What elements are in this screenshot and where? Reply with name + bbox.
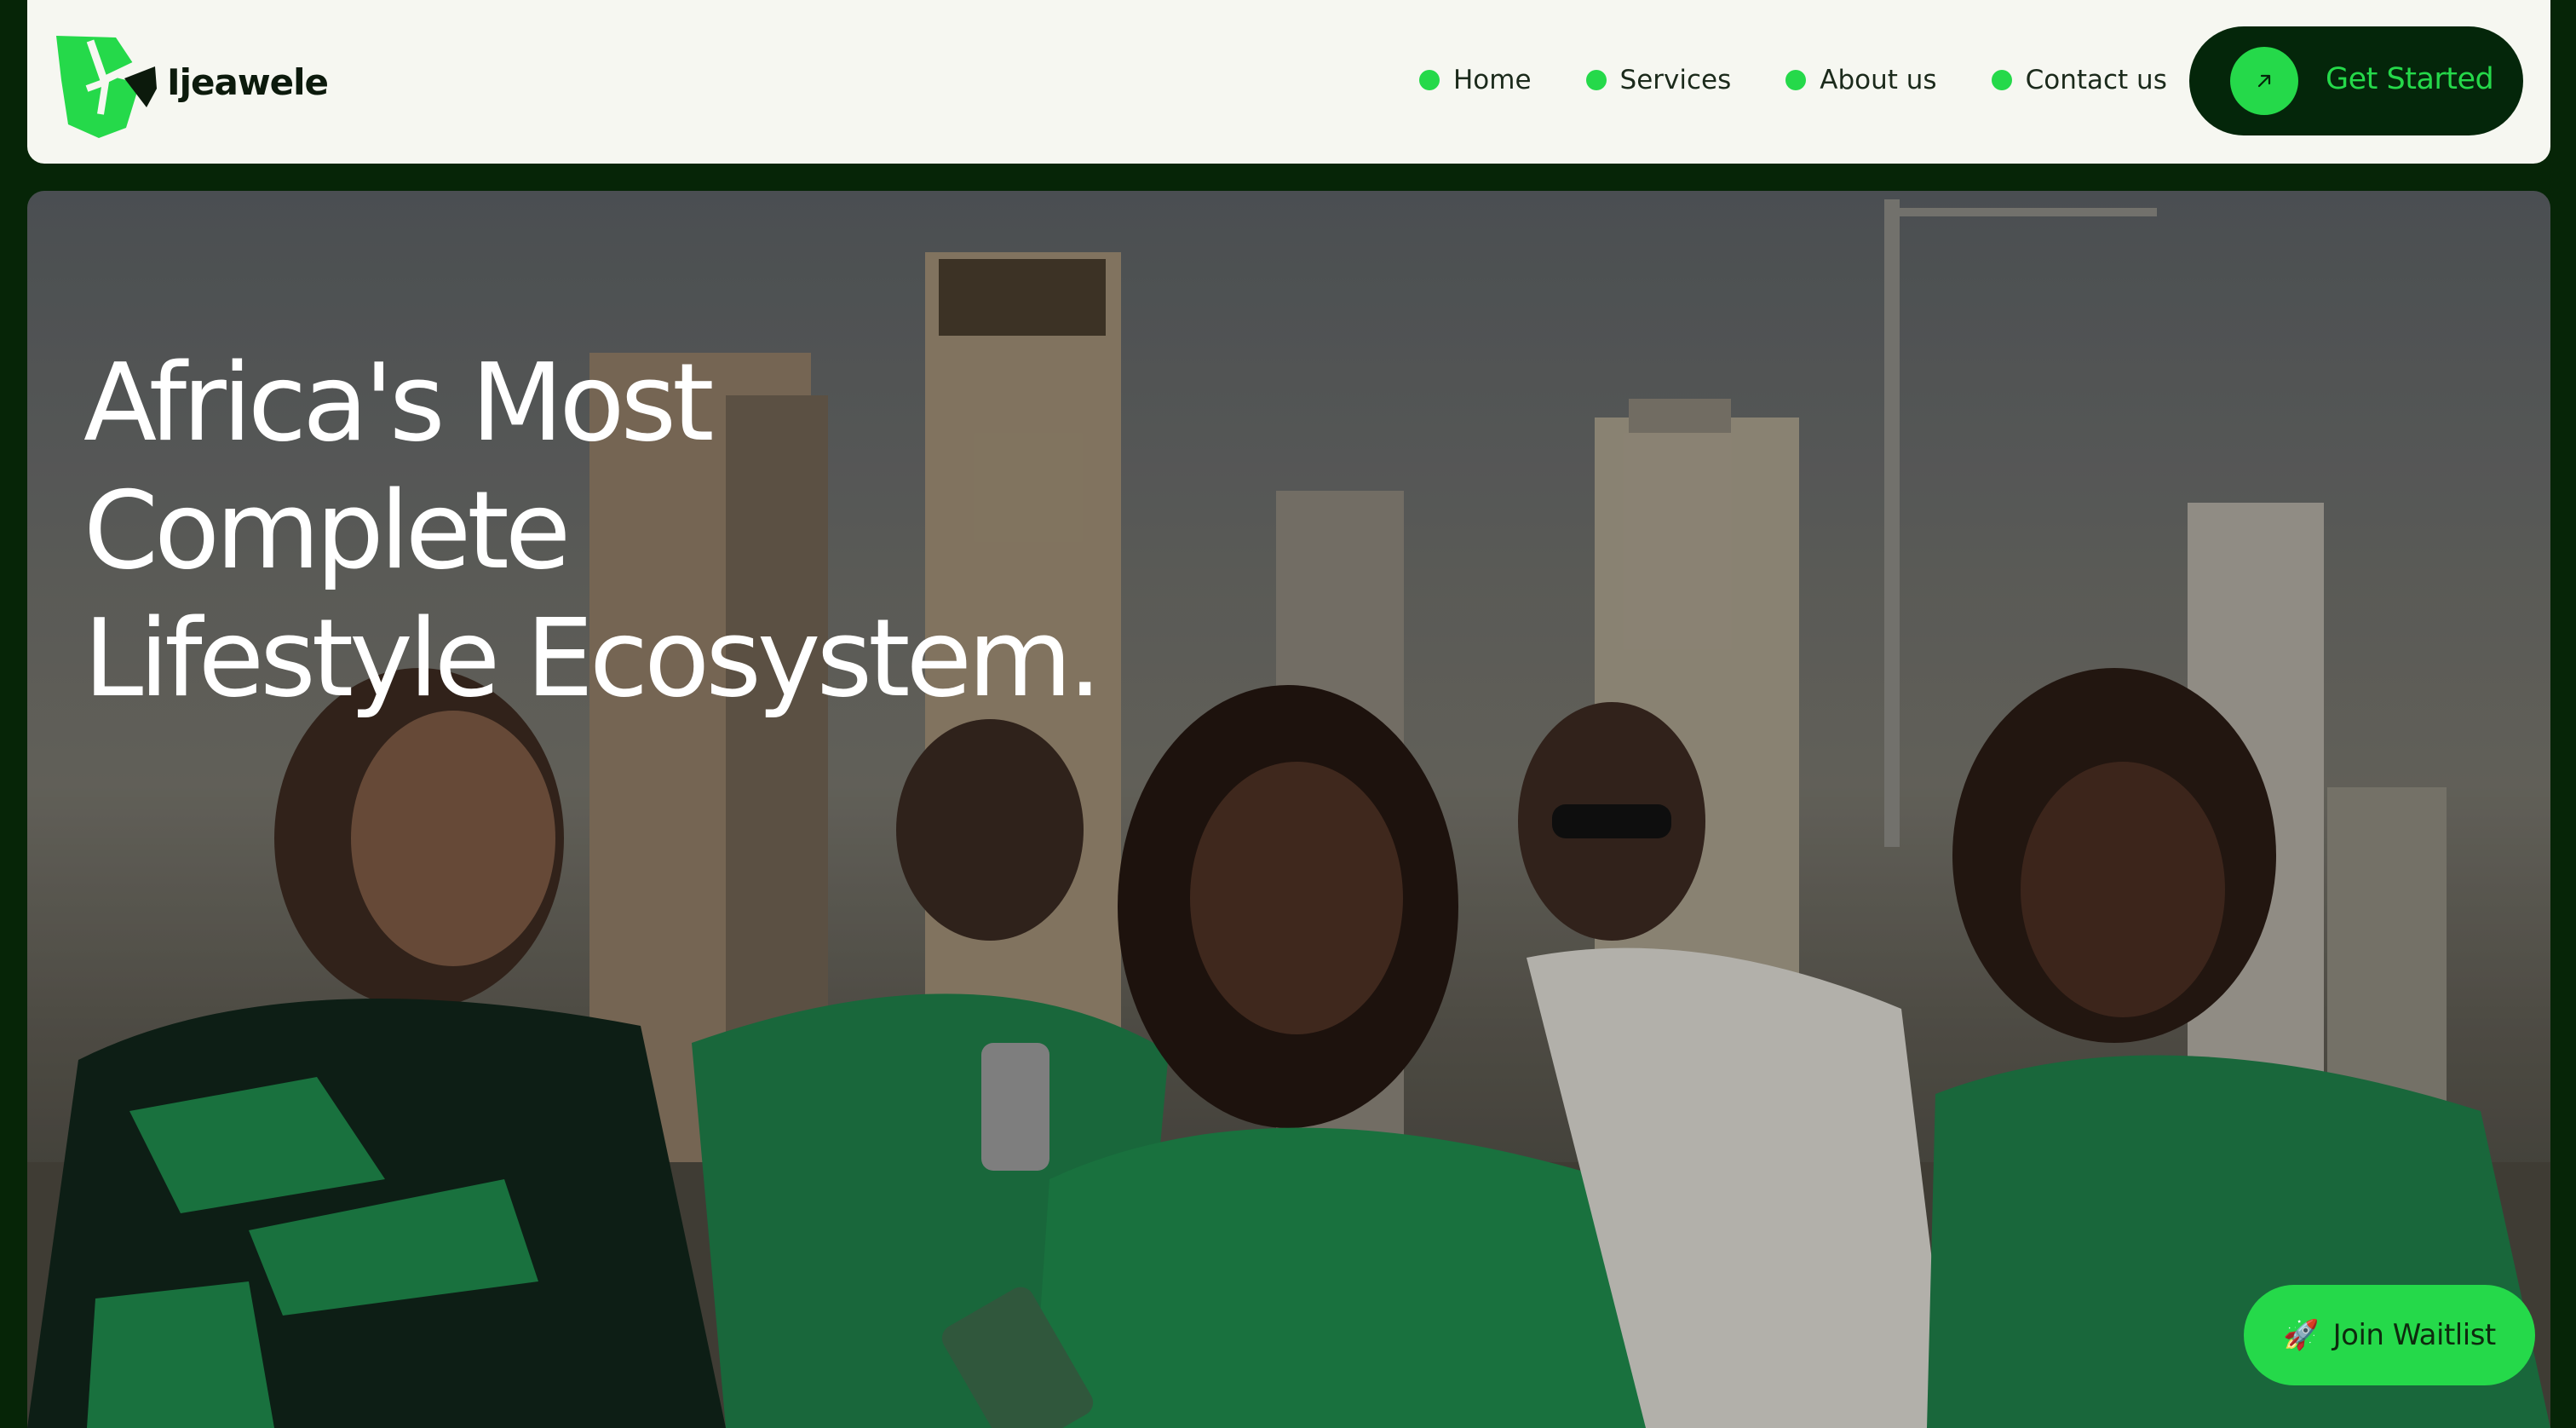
get-started-button[interactable]: Get Started xyxy=(2189,26,2523,135)
green-dot-icon xyxy=(1585,70,1607,90)
hero-section: Africa's Most Complete Lifestyle Ecosyst… xyxy=(27,191,2550,1428)
nav-item-services[interactable]: Services xyxy=(1585,65,1732,95)
nav-item-label: About us xyxy=(1820,65,1937,95)
nav-item-home[interactable]: Home xyxy=(1419,65,1532,95)
join-waitlist-label: Join Waitlist xyxy=(2332,1318,2497,1352)
headline-line-3: Lifestyle Ecosystem. xyxy=(83,596,1102,721)
headline-line-2: Complete xyxy=(83,468,571,593)
cta-icon-circle xyxy=(2230,47,2298,115)
main-menu: Home Services About us Contact us xyxy=(1419,65,2167,95)
join-waitlist-button[interactable]: 🚀 Join Waitlist xyxy=(2244,1285,2535,1385)
brand-name: Ijeawele xyxy=(167,60,329,103)
green-dot-icon xyxy=(1419,70,1440,90)
nav-item-label: Services xyxy=(1619,65,1732,95)
shield-leaf-logo-icon xyxy=(56,36,157,138)
nav-item-about-us[interactable]: About us xyxy=(1785,65,1937,95)
get-started-label: Get Started xyxy=(2326,62,2494,96)
arrow-up-right-icon xyxy=(2257,74,2271,88)
brand-logo[interactable]: Ijeawele xyxy=(53,29,329,140)
hero-headline: Africa's Most Complete Lifestyle Ecosyst… xyxy=(83,339,1191,723)
headline-line-1: Africa's Most xyxy=(83,340,715,465)
top-navigation-bar: Ijeawele Home Services About us Contact … xyxy=(27,0,2550,164)
green-dot-icon xyxy=(1991,70,2012,90)
nav-item-label: Contact us xyxy=(2025,65,2167,95)
nav-item-contact-us[interactable]: Contact us xyxy=(1991,65,2167,95)
green-dot-icon xyxy=(1785,70,1807,90)
nav-item-label: Home xyxy=(1453,65,1532,95)
rocket-icon: 🚀 xyxy=(2283,1319,2320,1351)
